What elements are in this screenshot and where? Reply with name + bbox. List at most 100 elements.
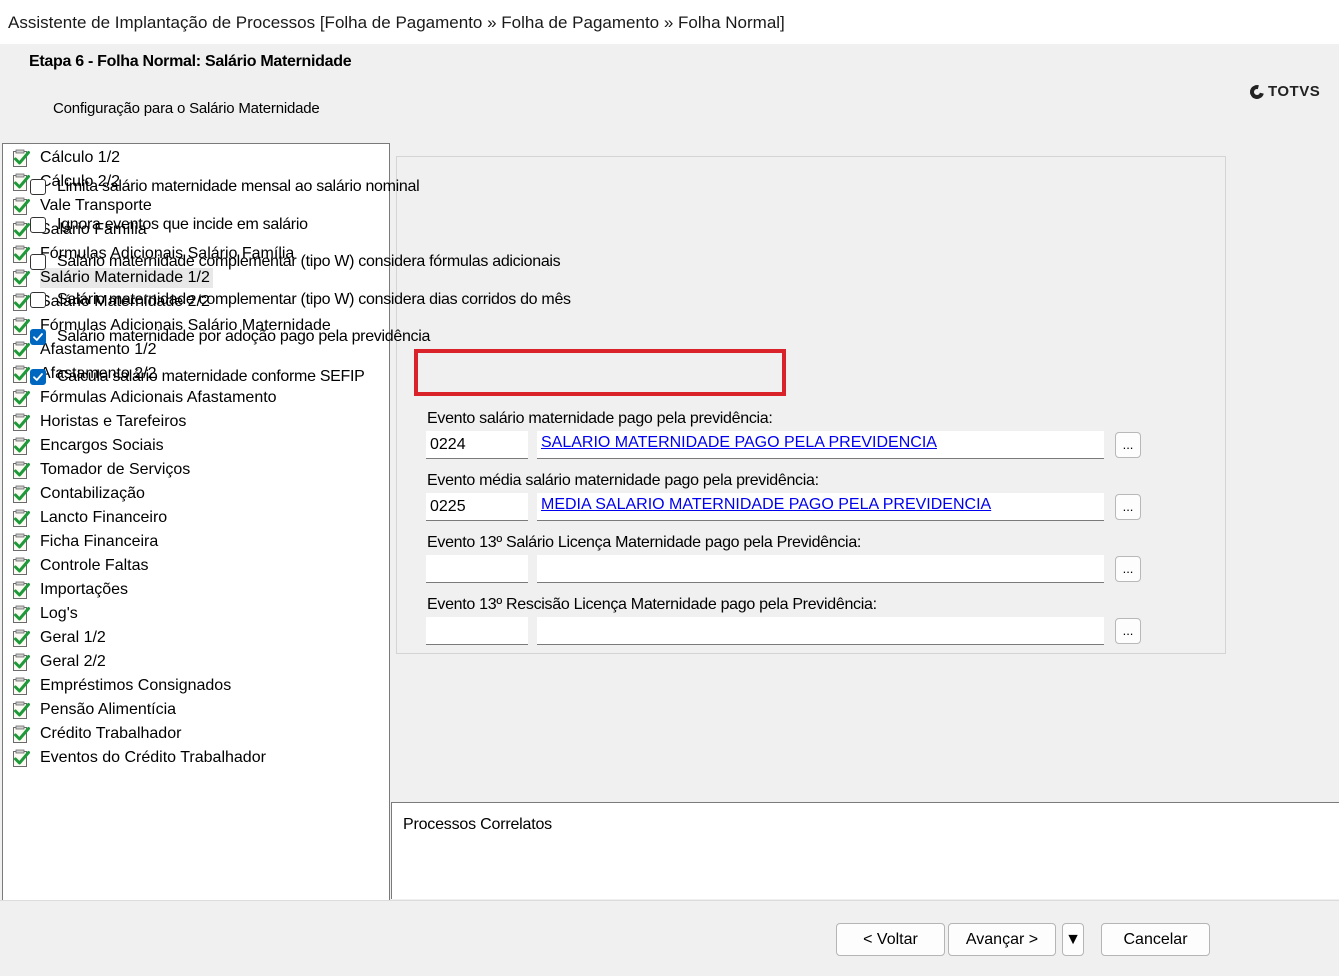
sidebar-item-label: Importações [40, 581, 129, 598]
option-label: Salário maternidade complementar (tipo W… [57, 291, 571, 308]
evento-pago-code-input[interactable] [426, 431, 528, 459]
logo-text: TOTVS [1268, 83, 1321, 100]
evento-13-rescisao-label: Evento 13º Rescisão Licença Maternidade … [427, 596, 877, 613]
evento-media-browse-button[interactable]: ... [1115, 494, 1141, 520]
evento-13-salario-description [537, 555, 1104, 583]
wizard-window: Assistente de Implantação de Processos [… [0, 0, 1339, 976]
sidebar-item-label: Encargos Sociais [40, 437, 164, 454]
option-complementar-dias[interactable]: Salário maternidade complementar (tipo W… [30, 289, 571, 311]
checkbox[interactable] [30, 329, 46, 345]
check-icon [33, 333, 43, 341]
evento-media-label: Evento média salário maternidade pago pe… [427, 472, 819, 489]
sidebar-item-label: Vale Transporte [40, 197, 152, 214]
checklist-done-icon [13, 701, 30, 719]
checklist-done-icon [13, 533, 30, 551]
title-bar[interactable]: Assistente de Implantação de Processos [… [0, 0, 1339, 45]
evento-13-rescisao-code-input[interactable] [426, 617, 528, 645]
checklist-done-icon [13, 173, 30, 191]
checklist-done-icon [13, 629, 30, 647]
sidebar-item[interactable]: Ficha Financeira [11, 531, 161, 553]
sidebar-item-label: Horistas e Tarefeiros [40, 413, 187, 430]
next-dropdown-button[interactable]: ▼ [1062, 923, 1084, 956]
evento-13-salario-browse-button[interactable]: ... [1115, 556, 1141, 582]
option-label: Salário maternidade por adoção pago pela… [57, 328, 431, 345]
sidebar-item[interactable]: Crédito Trabalhador [11, 723, 184, 745]
highlight-box [414, 349, 786, 396]
checklist-done-icon [13, 389, 30, 407]
checkbox[interactable] [30, 369, 46, 385]
totvs-logo: TOTVS [1247, 81, 1321, 102]
evento-13-rescisao-browse-button[interactable]: ... [1115, 618, 1141, 644]
checklist-done-icon [13, 749, 30, 767]
evento-media-description: MEDIA SALARIO MATERNIDADE PAGO PELA PREV… [537, 493, 1104, 521]
sidebar-item-label: Fórmulas Adicionais Afastamento [40, 389, 277, 406]
evento-13-salario-label: Evento 13º Salário Licença Maternidade p… [427, 534, 862, 551]
checkbox[interactable] [30, 292, 46, 308]
checklist-done-icon [13, 221, 30, 239]
evento-pago-label: Evento salário maternidade pago pela pre… [427, 410, 773, 427]
back-button[interactable]: < Voltar [836, 923, 945, 956]
step-title: Etapa 6 - Folha Normal: Salário Maternid… [29, 53, 352, 70]
checklist-done-icon [13, 293, 30, 311]
checkbox[interactable] [30, 254, 46, 270]
checklist-done-icon [13, 605, 30, 623]
checklist-done-icon [13, 149, 30, 167]
evento-pago-description: SALARIO MATERNIDADE PAGO PELA PREVIDENCI… [537, 431, 1104, 459]
check-icon [33, 373, 43, 381]
totvs-logo-icon [1247, 81, 1267, 102]
sidebar-item[interactable]: Encargos Sociais [11, 435, 167, 457]
checklist-done-icon [13, 413, 30, 431]
sidebar-item-label: Pensão Alimentícia [40, 701, 177, 718]
option-sefip[interactable]: Calcula salário maternidade conforme SEF… [30, 366, 365, 388]
option-adocao[interactable]: Salário maternidade por adoção pago pela… [30, 326, 430, 348]
evento-pago-browse-button[interactable]: ... [1115, 432, 1141, 458]
evento-pago-description-link[interactable]: SALARIO MATERNIDADE PAGO PELA PREVIDENCI… [541, 434, 937, 451]
sidebar-item[interactable]: Contabilização [11, 483, 148, 505]
sidebar-item-label: Controle Faltas [40, 557, 149, 574]
sidebar-item-label: Lancto Financeiro [40, 509, 168, 526]
sidebar-item[interactable]: Empréstimos Consignados [11, 675, 234, 697]
checklist-done-icon [13, 437, 30, 455]
sidebar-item[interactable]: Pensão Alimentícia [11, 699, 179, 721]
checklist-done-icon [13, 197, 30, 215]
next-button[interactable]: Avançar > [948, 923, 1056, 956]
sidebar-item[interactable]: Lancto Financeiro [11, 507, 170, 529]
sidebar-item[interactable]: Importações [11, 579, 131, 601]
sidebar-item[interactable]: Controle Faltas [11, 555, 152, 577]
sidebar-item-label: Cálculo 1/2 [40, 149, 121, 166]
sidebar-item[interactable]: Fórmulas Adicionais Afastamento [11, 387, 280, 409]
checklist-done-icon [13, 509, 30, 527]
evento-13-salario-code-input[interactable] [426, 555, 528, 583]
option-label: Calcula salário maternidade conforme SEF… [57, 368, 365, 385]
sidebar-item-label: Geral 2/2 [40, 653, 106, 670]
evento-media-code-input[interactable] [426, 493, 528, 521]
sidebar-item[interactable]: Tomador de Serviços [11, 459, 193, 481]
cancel-button[interactable]: Cancelar [1101, 923, 1210, 956]
option-label: Ignora eventos que incide em salário [57, 216, 308, 233]
option-label: Salário maternidade complementar (tipo W… [57, 253, 561, 270]
checklist-done-icon [13, 653, 30, 671]
sidebar-item[interactable]: Geral 1/2 [11, 627, 109, 649]
checkbox[interactable] [30, 179, 46, 195]
sidebar-item[interactable]: Geral 2/2 [11, 651, 109, 673]
sidebar-item[interactable]: Log's [11, 603, 81, 625]
evento-media-description-link[interactable]: MEDIA SALARIO MATERNIDADE PAGO PELA PREV… [541, 496, 991, 513]
option-limita-salario[interactable]: Limita salário maternidade mensal ao sal… [30, 176, 420, 198]
sidebar-item-label: Tomador de Serviços [40, 461, 191, 478]
option-complementar-formulas[interactable]: Salário maternidade complementar (tipo W… [30, 251, 561, 273]
step-subtitle: Configuração para o Salário Maternidade [53, 100, 320, 117]
related-processes-panel: Processos Correlatos [391, 802, 1339, 899]
checklist-done-icon [13, 581, 30, 599]
evento-13-rescisao-description [537, 617, 1104, 645]
option-ignora-eventos[interactable]: Ignora eventos que incide em salário [30, 214, 308, 236]
checkbox[interactable] [30, 217, 46, 233]
sidebar-item[interactable]: Eventos do Crédito Trabalhador [11, 747, 269, 769]
checklist-done-icon [13, 365, 30, 383]
sidebar-item[interactable]: Horistas e Tarefeiros [11, 411, 189, 433]
related-processes-label: Processos Correlatos [403, 816, 552, 833]
checklist-done-icon [13, 725, 30, 743]
checklist-done-icon [13, 557, 30, 575]
sidebar-item[interactable]: Cálculo 1/2 [11, 147, 123, 169]
sidebar-item-label: Contabilização [40, 485, 145, 502]
checklist-done-icon [13, 677, 30, 695]
